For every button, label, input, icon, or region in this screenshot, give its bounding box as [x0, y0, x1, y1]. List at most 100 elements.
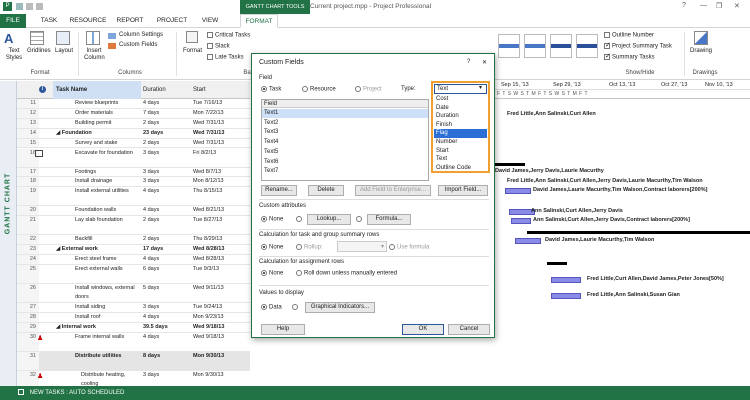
task-name-cell[interactable]: Foundation walls: [75, 206, 141, 215]
start-cell[interactable]: Wed 9/18/13: [193, 333, 249, 343]
task-name[interactable]: Foundation walls: [75, 207, 116, 213]
task-name[interactable]: Building permit: [75, 120, 111, 126]
quick-access-toolbar[interactable]: [16, 3, 76, 11]
task-name-cell[interactable]: ◢ Foundation: [56, 129, 141, 138]
assignment-none-radio[interactable]: None: [261, 270, 283, 277]
gantt-summary-bar[interactable]: [547, 262, 567, 265]
start-cell[interactable]: Tue 8/27/13: [193, 216, 249, 226]
gantt-summary-bar[interactable]: [495, 163, 525, 166]
row-number[interactable]: 14: [17, 128, 39, 138]
help-button[interactable]: ?: [682, 2, 686, 9]
dropdown-option[interactable]: Text: [434, 155, 487, 164]
summary-tasks-checkbox[interactable]: Summary Tasks: [604, 52, 655, 61]
duration-cell[interactable]: 6 days: [143, 265, 185, 275]
start-cell[interactable]: Wed 9/11/13: [193, 284, 249, 294]
field-list-item[interactable]: Text1: [262, 109, 428, 118]
duration-cell[interactable]: 3 days: [143, 149, 185, 159]
start-cell[interactable]: Mon 9/30/13: [193, 371, 249, 381]
format-button[interactable]: Format: [183, 48, 202, 54]
insert-column-icon[interactable]: [86, 31, 100, 45]
formula-radio[interactable]: [356, 216, 364, 223]
duration-cell[interactable]: 5 days: [143, 284, 185, 294]
resource-radio[interactable]: Resource: [302, 86, 336, 93]
task-name[interactable]: Install siding: [75, 304, 105, 310]
late-tasks-checkbox[interactable]: Late Tasks: [207, 54, 244, 61]
task-name-cell[interactable]: Survey and stake: [75, 139, 141, 148]
maximize-button[interactable]: ❐: [716, 2, 722, 10]
insert-column-button[interactable]: Insert Column: [84, 48, 105, 62]
gantt-bar[interactable]: [551, 277, 581, 283]
start-cell[interactable]: Mon 8/12/13: [193, 177, 249, 187]
task-radio[interactable]: Task: [261, 86, 281, 93]
delete-button[interactable]: Delete: [308, 185, 344, 196]
info-column-icon[interactable]: i: [39, 86, 46, 93]
layout-button[interactable]: Layout: [55, 48, 73, 54]
field-list[interactable]: Field Text1 Text2 Text3 Text4 Text5 Text6 Text…: [261, 99, 429, 181]
graphical-indicators-button[interactable]: Graphical Indicators...: [305, 302, 375, 313]
table-row[interactable]: 11 Review blueprints 4 days Tue 7/16/13: [17, 99, 250, 109]
rolldown-radio[interactable]: Roll down unless manually entered: [296, 270, 397, 277]
task-name-cell[interactable]: Install roof: [75, 313, 141, 322]
dropdown-option[interactable]: Finish: [434, 121, 487, 130]
table-row[interactable]: 22 Backfill 2 days Thu 8/29/13: [17, 235, 250, 246]
task-name-cell[interactable]: Review blueprints: [75, 99, 141, 108]
task-name-cell[interactable]: ◢ External work: [56, 245, 141, 254]
duration-cell[interactable]: 4 days: [143, 99, 185, 109]
dropdown-option[interactable]: Duration: [434, 112, 487, 121]
dropdown-option[interactable]: Date: [434, 104, 487, 113]
data-radio[interactable]: Data: [261, 304, 282, 311]
task-name[interactable]: Order materials: [75, 110, 113, 116]
ok-button[interactable]: OK: [402, 324, 444, 335]
duration-cell[interactable]: 8 days: [143, 352, 185, 362]
row-number[interactable]: 28: [17, 312, 39, 322]
lookup-button[interactable]: Lookup...: [307, 214, 351, 225]
add-field-to-enterprise-button[interactable]: Add Field to Enterprise...: [355, 185, 431, 196]
task-name-cell[interactable]: Install siding: [75, 303, 141, 312]
rename-button[interactable]: Rename...: [261, 185, 297, 196]
task-name[interactable]: Erect external walls: [75, 266, 123, 272]
start-cell[interactable]: Wed 8/21/13: [193, 206, 249, 216]
text-styles-icon[interactable]: A: [4, 31, 22, 46]
start-cell[interactable]: Mon 9/23/13: [193, 313, 249, 323]
gridlines-icon[interactable]: [30, 31, 44, 45]
start-cell[interactable]: Thu 8/15/13: [193, 187, 249, 197]
gantt-bar[interactable]: [515, 238, 541, 244]
table-row[interactable]: 20 Foundation walls 4 days Wed 8/21/13: [17, 206, 250, 217]
duration-cell[interactable]: 4 days: [143, 333, 185, 343]
task-name[interactable]: Survey and stake: [75, 140, 118, 146]
start-cell[interactable]: Wed 7/31/13: [193, 139, 249, 149]
import-field-button[interactable]: Import Field...: [438, 185, 488, 196]
start-cell[interactable]: Wed 8/28/13: [193, 255, 249, 265]
row-number[interactable]: 20: [17, 206, 39, 216]
formula-button[interactable]: Formula...: [367, 214, 411, 225]
custom-fields-button[interactable]: Custom Fields: [119, 42, 157, 48]
table-row[interactable]: 16 Excavate for foundation 3 days Fri 8/2/1…: [17, 148, 250, 168]
table-row[interactable]: 27 Install siding 3 days Tue 9/24/13: [17, 302, 250, 313]
gantt-bar[interactable]: [505, 188, 531, 194]
duration-header[interactable]: Duration: [143, 81, 166, 99]
table-row[interactable]: 24 Erect steel frame 4 days Wed 8/28/13: [17, 255, 250, 265]
task-name[interactable]: Install external utilities: [75, 188, 129, 194]
tab-view[interactable]: VIEW: [196, 14, 224, 28]
gantt-chart[interactable]: F T S W S T M F T S W S T M F T Sep 15, …: [495, 81, 750, 386]
start-cell[interactable]: Wed 7/31/13: [193, 119, 249, 129]
drawing-icon[interactable]: [694, 31, 708, 45]
row-number[interactable]: 15: [17, 138, 39, 148]
graphical-radio[interactable]: [292, 304, 300, 311]
task-name-cell[interactable]: Distribute utilities: [75, 352, 141, 361]
dialog-close-button[interactable]: ✕: [482, 59, 487, 66]
close-button[interactable]: ✕: [734, 2, 740, 10]
field-list-item[interactable]: Text6: [262, 158, 428, 167]
row-number[interactable]: 30: [17, 332, 39, 351]
duration-cell[interactable]: 39.5 days: [143, 323, 185, 333]
task-name[interactable]: Lay slab foundation: [75, 217, 123, 223]
row-number[interactable]: 18: [17, 177, 39, 187]
dropdown-option[interactable]: Outline Code: [434, 164, 487, 173]
task-name-cell[interactable]: Order materials: [75, 109, 141, 118]
rollup-radio[interactable]: Rollup:: [296, 244, 323, 251]
start-cell[interactable]: Wed 9/18/13: [193, 323, 249, 333]
duration-cell[interactable]: 3 days: [143, 303, 185, 313]
task-name[interactable]: External work: [62, 246, 98, 252]
task-name-cell[interactable]: ◢ Internal work: [56, 323, 141, 332]
tab-format[interactable]: FORMAT: [240, 14, 278, 28]
